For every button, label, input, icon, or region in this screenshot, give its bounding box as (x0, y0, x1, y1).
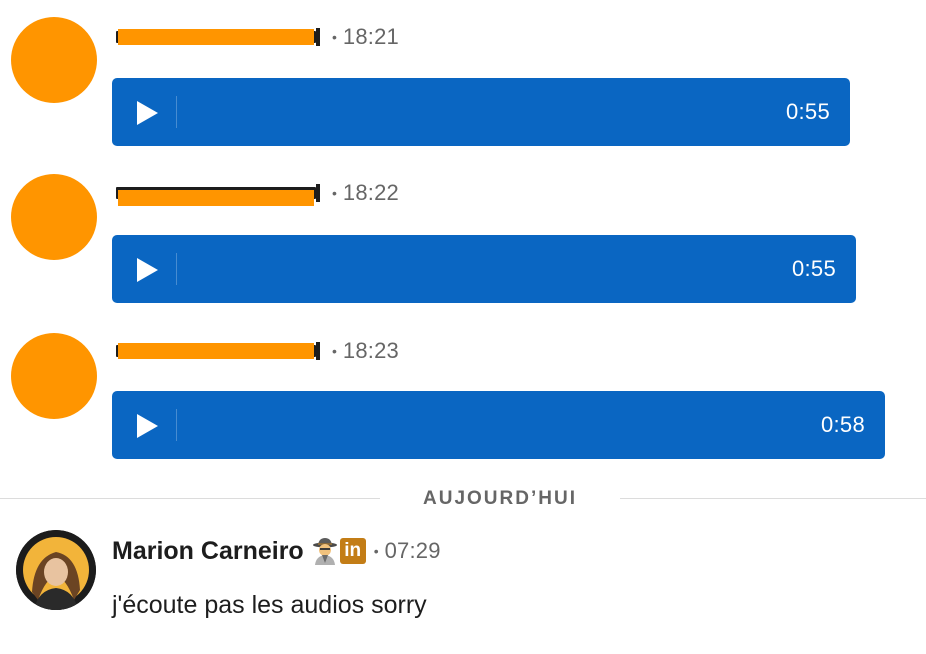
message-header: • 18:23 (112, 336, 399, 366)
sender-avatar[interactable] (11, 333, 97, 419)
message-timestamp: 18:22 (342, 180, 399, 205)
audio-progress-divider (176, 409, 177, 441)
sender-avatar[interactable] (11, 174, 97, 260)
redacted-sender-name[interactable] (112, 25, 320, 49)
play-icon (137, 101, 158, 125)
separator-dot: • (332, 343, 337, 359)
divider-line-left (0, 498, 380, 499)
redaction-mask (118, 190, 314, 206)
play-button[interactable] (134, 413, 160, 439)
divider-line-right (620, 498, 926, 499)
audio-message-player: 0:55 (112, 235, 856, 303)
audio-duration: 0:58 (820, 412, 865, 437)
redacted-ink-tail (316, 342, 320, 360)
play-icon (137, 258, 158, 282)
message-timestamp: 18:23 (342, 338, 399, 363)
audio-message-player: 0:55 (112, 78, 850, 146)
chat-thread: • 18:21 0:55 • 18:22 0:55 • 18:23 0:58 A… (0, 0, 926, 654)
audio-progress-divider (176, 253, 177, 285)
sender-avatar[interactable] (11, 17, 97, 103)
redacted-sender-name[interactable] (112, 181, 320, 206)
linkedin-icon[interactable]: in (339, 538, 366, 564)
day-divider-label: AUJOURD’HUI (423, 488, 577, 509)
redacted-ink-tail (316, 28, 320, 46)
redaction-mask (118, 343, 314, 359)
separator-dot: • (332, 185, 337, 201)
audio-message-player: 0:58 (112, 391, 885, 459)
play-button[interactable] (134, 100, 160, 126)
redacted-ink-tail (316, 184, 320, 202)
play-button[interactable] (134, 257, 160, 283)
audio-duration: 0:55 (785, 99, 830, 124)
redaction-mask (118, 29, 314, 45)
message-timestamp: 18:21 (342, 24, 399, 49)
message-timestamp: 07:29 (384, 538, 441, 563)
message-text: j'écoute pas les audios sorry (112, 591, 427, 619)
message-header: • 18:22 (112, 178, 399, 208)
profile-avatar[interactable] (16, 530, 96, 610)
separator-dot: • (332, 29, 337, 45)
day-divider: AUJOURD’HUI (0, 484, 926, 514)
reply-header: Marion Carneiro in • 07:29 (112, 533, 441, 569)
play-icon (137, 414, 158, 438)
separator-dot: • (373, 543, 379, 559)
audio-duration: 0:55 (791, 256, 836, 281)
author-name[interactable]: Marion Carneiro (112, 537, 304, 566)
message-header: • 18:21 (112, 22, 399, 52)
redacted-sender-name[interactable] (112, 339, 320, 363)
audio-progress-divider (176, 96, 177, 128)
detective-icon (312, 537, 338, 565)
